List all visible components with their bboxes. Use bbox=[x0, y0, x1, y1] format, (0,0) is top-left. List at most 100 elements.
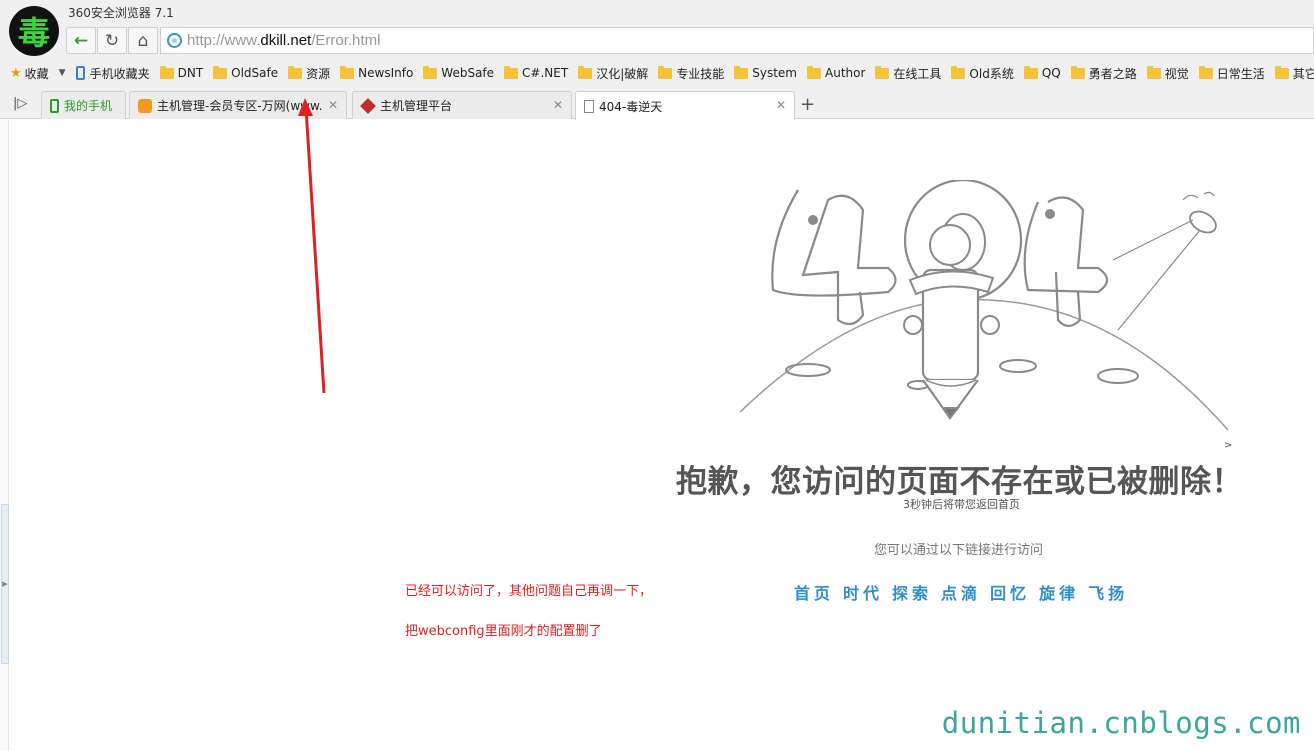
bookmark-folder[interactable]: 其它 bbox=[1274, 65, 1314, 82]
sidebar-toggle-icon[interactable]: |▷ bbox=[13, 96, 27, 111]
folder-icon bbox=[875, 65, 890, 79]
url-prefix: http://www. bbox=[187, 32, 261, 49]
tab-bar: |▷ 我的手机 主机管理-会员专区-万网(www. ✕ 主机管理平台 ✕ 404… bbox=[0, 90, 1314, 120]
sidebar-rail: ▶ bbox=[0, 120, 9, 751]
bookmark-label: NewsInfo bbox=[358, 66, 414, 80]
bookmark-favorites[interactable]: 收藏 bbox=[25, 65, 49, 82]
404-illustration bbox=[739, 180, 1229, 431]
tab-label: 404-毒逆天 bbox=[599, 99, 663, 114]
bookmark-folder[interactable]: 专业技能 bbox=[658, 65, 724, 82]
folder-icon bbox=[951, 65, 966, 79]
bookmark-label: WebSafe bbox=[441, 66, 495, 80]
close-icon[interactable]: ✕ bbox=[553, 98, 563, 112]
bookmark-folder[interactable]: 视觉 bbox=[1146, 65, 1189, 82]
links-hint: 您可以通过以下链接进行访问 bbox=[874, 543, 1044, 558]
home-button[interactable]: ⌂ bbox=[128, 27, 158, 54]
folder-icon bbox=[734, 65, 749, 79]
bookmark-folder[interactable]: Old系统 bbox=[951, 65, 1014, 82]
reload-button[interactable]: ↻ bbox=[97, 27, 127, 54]
address-bar[interactable]: http://www. dkill.net/Error.html bbox=[160, 27, 1314, 54]
bookmark-folder[interactable]: DNT bbox=[159, 65, 204, 80]
bookmark-label: DNT bbox=[177, 66, 204, 80]
bookmark-folder[interactable]: WebSafe bbox=[423, 65, 495, 80]
bookmark-label: 专业技能 bbox=[676, 66, 725, 81]
back-button[interactable]: ← bbox=[66, 27, 96, 54]
folder-icon bbox=[213, 65, 228, 79]
annotation-note: 已经可以访问了，其他问题自己再调一下， bbox=[405, 584, 653, 599]
folder-icon bbox=[1070, 65, 1085, 79]
page-icon bbox=[584, 99, 594, 113]
bookmark-folder[interactable]: NewsInfo bbox=[340, 65, 414, 80]
folder-icon bbox=[288, 65, 303, 79]
close-icon[interactable]: ✕ bbox=[776, 98, 786, 112]
link-explore[interactable]: 探索 bbox=[892, 580, 932, 604]
site-favicon-icon bbox=[138, 98, 152, 113]
bookmark-folder[interactable]: 在线工具 bbox=[875, 65, 941, 82]
error-title: 抱歉，您访问的页面不存在或已被删除！ bbox=[676, 464, 1243, 500]
tab-label: 我的手机 bbox=[64, 99, 113, 113]
bookmark-label: Author bbox=[825, 66, 866, 80]
new-tab-button[interactable]: + bbox=[800, 94, 815, 115]
folder-icon bbox=[423, 65, 438, 79]
bookmark-folder[interactable]: OldSafe bbox=[213, 65, 279, 80]
bookmark-label: 其它 bbox=[1292, 66, 1314, 81]
folder-icon bbox=[159, 65, 174, 79]
folder-icon bbox=[578, 65, 593, 79]
bookmark-label: 汉化|破解 bbox=[596, 66, 649, 81]
browser-logo-icon[interactable]: 毒 bbox=[9, 6, 59, 56]
bookmark-label: 勇者之路 bbox=[1088, 66, 1137, 81]
tab-my-phone[interactable]: 我的手机 bbox=[41, 91, 126, 119]
bookmarks-bar: ★ 收藏 ▼ 手机收藏夹 DNT OldSafe 资源 NewsInfo Web… bbox=[0, 60, 1314, 86]
arrow-left-icon: ← bbox=[73, 30, 89, 51]
sidebar-expand-handle[interactable]: ▶ bbox=[1, 504, 9, 664]
bookmark-label: 手机收藏夹 bbox=[89, 66, 150, 81]
phone-icon bbox=[50, 98, 59, 113]
bookmark-label: 日常生活 bbox=[1216, 66, 1265, 81]
phone-icon bbox=[75, 66, 85, 80]
navigation-bar: ← ↻ ⌂ http://www. dkill.net/Error.html bbox=[66, 27, 1314, 55]
chevron-down-icon[interactable]: ▼ bbox=[59, 68, 66, 78]
bookmark-folder[interactable]: 资源 bbox=[288, 65, 330, 82]
bookmark-label: OldSafe bbox=[231, 66, 279, 80]
refresh-icon: ↻ bbox=[104, 30, 120, 51]
folder-icon bbox=[658, 65, 673, 79]
redirect-countdown: 3秒钟后将带您返回首页 bbox=[903, 498, 1020, 511]
bookmark-folder[interactable]: System bbox=[734, 65, 797, 80]
link-era[interactable]: 时代 bbox=[843, 580, 883, 604]
bookmark-folder[interactable]: 勇者之路 bbox=[1070, 65, 1137, 82]
bookmark-label: QQ bbox=[1041, 66, 1061, 80]
globe-icon bbox=[167, 33, 182, 48]
window-title: 360安全浏览器 7.1 bbox=[68, 6, 174, 20]
folder-icon bbox=[1146, 65, 1161, 79]
watermark: dunitian.cnblogs.com bbox=[941, 706, 1301, 740]
link-melody[interactable]: 旋律 bbox=[1039, 580, 1079, 604]
bookmark-mobile[interactable]: 手机收藏夹 bbox=[75, 65, 150, 82]
bookmark-folder[interactable]: Author bbox=[807, 65, 866, 80]
link-bits[interactable]: 点滴 bbox=[941, 580, 981, 604]
folder-icon bbox=[807, 65, 821, 79]
bookmark-label: 在线工具 bbox=[893, 66, 942, 81]
bookmark-label: 视觉 bbox=[1164, 66, 1189, 81]
tab-host-management-member[interactable]: 主机管理-会员专区-万网(www. ✕ bbox=[129, 91, 347, 119]
star-icon: ★ bbox=[10, 65, 22, 81]
nav-links: 首页 时代 探索 点滴 回忆 旋律 飞扬 bbox=[794, 580, 1137, 604]
close-icon[interactable]: ✕ bbox=[328, 98, 338, 112]
link-soar[interactable]: 飞扬 bbox=[1088, 580, 1128, 604]
folder-icon bbox=[340, 65, 355, 79]
tab-label: 主机管理-会员专区-万网(www. bbox=[157, 99, 323, 113]
bookmark-folder[interactable]: 汉化|破解 bbox=[578, 65, 648, 82]
bookmark-folder[interactable]: QQ bbox=[1023, 65, 1061, 80]
bookmark-folder[interactable]: 日常生活 bbox=[1198, 65, 1265, 82]
tab-404[interactable]: 404-毒逆天 ✕ bbox=[575, 91, 795, 120]
folder-icon bbox=[504, 65, 519, 79]
browser-chrome: 毒 360安全浏览器 7.1 ← ↻ ⌂ http://www. dkill.ne… bbox=[0, 0, 1314, 120]
link-memories[interactable]: 回忆 bbox=[990, 580, 1030, 604]
bookmark-label: C#.NET bbox=[522, 66, 569, 80]
folder-icon bbox=[1274, 65, 1289, 79]
bookmark-folder[interactable]: C#.NET bbox=[504, 65, 569, 80]
tab-host-management-platform[interactable]: 主机管理平台 ✕ bbox=[352, 91, 572, 119]
url-path: /Error.html bbox=[311, 32, 381, 49]
caret-glyph: > bbox=[1224, 440, 1233, 451]
link-home[interactable]: 首页 bbox=[794, 580, 834, 604]
url-domain: dkill.net bbox=[260, 32, 312, 49]
